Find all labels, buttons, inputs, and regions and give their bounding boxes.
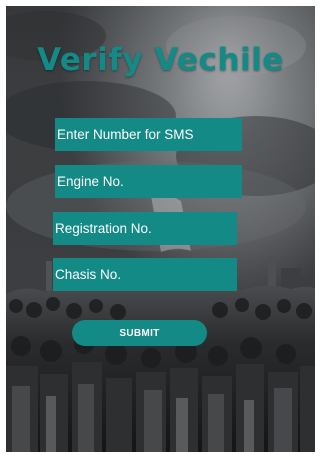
sms-number-placeholder: Enter Number for SMS [57,127,194,142]
submit-button[interactable]: SUBMIT [72,320,207,346]
sms-number-field[interactable]: Enter Number for SMS [55,118,242,151]
registration-number-field[interactable]: Registration No. [53,212,237,245]
chassis-number-field[interactable]: Chasis No. [53,258,237,291]
registration-number-placeholder: Registration No. [55,221,152,236]
page-title: Verify Vechile [37,42,284,78]
engine-number-placeholder: Engine No. [57,174,124,189]
engine-number-field[interactable]: Engine No. [55,165,242,198]
app-screen: Verify Vechile Enter Number for SMS Engi… [6,6,315,452]
chassis-number-placeholder: Chasis No. [55,267,122,282]
